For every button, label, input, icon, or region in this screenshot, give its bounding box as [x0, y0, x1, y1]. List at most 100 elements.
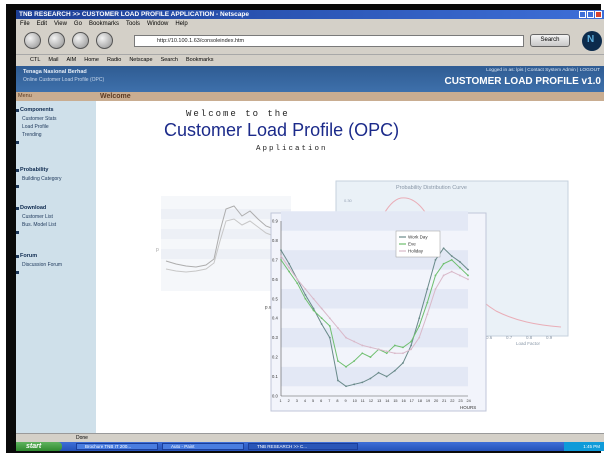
url-text: http://10.100.1.63/consoleindex.htm [157, 38, 245, 44]
task-paint-label: Auto - Paint [171, 444, 195, 449]
start-label: start [26, 443, 42, 450]
data-point [280, 258, 282, 261]
data-point [377, 348, 380, 351]
data-point [369, 346, 372, 349]
task-paint[interactable]: Auto - Paint [162, 443, 244, 450]
x-tick-label: 6 [320, 399, 322, 403]
x-tick-label: 2 [288, 399, 290, 403]
window-titlebar[interactable]: TNB RESEARCH >> CUSTOMER LOAD PROFILE AP… [16, 10, 604, 19]
url-bar[interactable]: http://10.100.1.63/consoleindex.htm [134, 35, 524, 47]
legend-label: Holiday [408, 249, 424, 254]
y-tick-label: 0.8 [272, 238, 278, 243]
x-tick-label: 3 [296, 399, 298, 403]
x-tick-label: 1 [280, 399, 282, 403]
sidebar-item-building-category[interactable]: Building Category [22, 176, 61, 182]
menu-go[interactable]: Go [74, 19, 82, 29]
data-point [328, 325, 331, 327]
login-info[interactable]: Logged in as: lpis | Contact System Admi… [486, 68, 600, 73]
menu-file[interactable]: File [20, 19, 30, 29]
bullet-icon [16, 271, 19, 274]
data-point [418, 325, 421, 327]
probability-panel-title: Probability Distribution Curve [396, 185, 467, 191]
sidebar-section-probability: Probability [20, 167, 49, 173]
data-point [345, 336, 347, 339]
data-point [361, 344, 364, 347]
bullet-icon [16, 231, 19, 234]
task-netscape[interactable]: TNB RESEARCH >> C... [248, 443, 358, 450]
menu-bookmarks[interactable]: Bookmarks [89, 19, 119, 29]
minimize-button[interactable] [579, 11, 586, 18]
netscape-logo: N [582, 31, 602, 51]
ptb-aim[interactable]: AIM [66, 55, 76, 65]
menu-edit[interactable]: Edit [37, 19, 47, 29]
ptb-mail[interactable]: Mail [48, 55, 58, 65]
data-point [296, 278, 299, 281]
data-point [385, 375, 388, 378]
ptb-bookmarks[interactable]: Bookmarks [186, 55, 214, 65]
sidebar-item-bus-model-list[interactable]: Bus. Model List [22, 222, 56, 228]
sidebar-item-customer-stats[interactable]: Customer Stats [22, 116, 56, 122]
start-button[interactable]: start [16, 442, 62, 451]
menu-help[interactable]: Help [175, 19, 187, 29]
task-brochure-label: Brochure TNB IT 200... [85, 444, 132, 449]
close-button[interactable] [595, 11, 602, 18]
sidebar: Components Customer Stats Load Profile T… [16, 101, 96, 433]
sidebar-item-trending[interactable]: Trending [22, 132, 42, 138]
data-point [467, 278, 469, 281]
ptb-home[interactable]: Home [84, 55, 99, 65]
menu-view[interactable]: View [54, 19, 67, 29]
data-point [369, 377, 372, 380]
task-brochure[interactable]: Brochure TNB IT 200... [76, 443, 158, 450]
data-point [402, 352, 404, 355]
x-tick-label: 7 [328, 399, 330, 403]
y-tick-label: 0.9 [272, 219, 278, 224]
x-tick-label: 12 [369, 399, 373, 403]
data-point [418, 336, 421, 339]
bullet-icon [16, 185, 19, 188]
data-point [288, 262, 291, 265]
data-point [434, 274, 437, 277]
data-point [280, 255, 282, 257]
data-point [353, 340, 356, 343]
data-point [320, 323, 323, 325]
data-point [402, 346, 404, 349]
reload-button[interactable] [72, 32, 89, 49]
data-point [345, 385, 347, 388]
personal-toolbar: CTL Mail AIM Home Radio Netscape Search … [16, 54, 604, 65]
data-point [328, 317, 331, 320]
data-point [328, 336, 331, 339]
legend-label: Work Day [408, 235, 428, 240]
ptb-radio[interactable]: Radio [107, 55, 121, 65]
prob-xtick: 0.9 [546, 335, 553, 340]
system-tray: 1:45 PM [564, 442, 604, 451]
x-tick-label: 10 [353, 399, 357, 403]
search-button[interactable]: Search [530, 34, 570, 47]
tab-welcome[interactable]: Welcome [100, 92, 131, 101]
maximize-button[interactable] [587, 11, 594, 18]
data-point [304, 293, 307, 296]
sidebar-item-discussion-forum[interactable]: Discussion Forum [22, 262, 62, 268]
menu-window[interactable]: Window [147, 19, 168, 29]
navigation-toolbar: http://10.100.1.63/consoleindex.htm Sear… [16, 29, 604, 54]
data-point [296, 282, 299, 285]
back-button[interactable] [24, 32, 41, 49]
sidebar-item-customer-list[interactable]: Customer List [22, 214, 53, 220]
x-tick-label: 4 [304, 399, 306, 403]
app-banner: Tenaga Nasional Berhad Online Customer L… [16, 66, 604, 92]
y-tick-label: 0.4 [272, 316, 278, 321]
menu-tools[interactable]: Tools [126, 19, 140, 29]
forward-button[interactable] [48, 32, 65, 49]
ptb-ctl[interactable]: CTL [30, 55, 40, 65]
netscape-n-icon: N [587, 34, 595, 45]
y-tick-label: 0.1 [272, 374, 278, 379]
stop-button[interactable] [96, 32, 113, 49]
sidebar-item-load-profile[interactable]: Load Profile [22, 124, 49, 130]
y-tick-label: 0.6 [272, 277, 278, 282]
data-point [288, 266, 291, 269]
data-point [345, 365, 347, 368]
ptb-netscape[interactable]: Netscape [129, 55, 152, 65]
data-point [467, 274, 469, 277]
ptb-search[interactable]: Search [161, 55, 178, 65]
data-point [410, 348, 412, 351]
data-point [410, 344, 412, 347]
